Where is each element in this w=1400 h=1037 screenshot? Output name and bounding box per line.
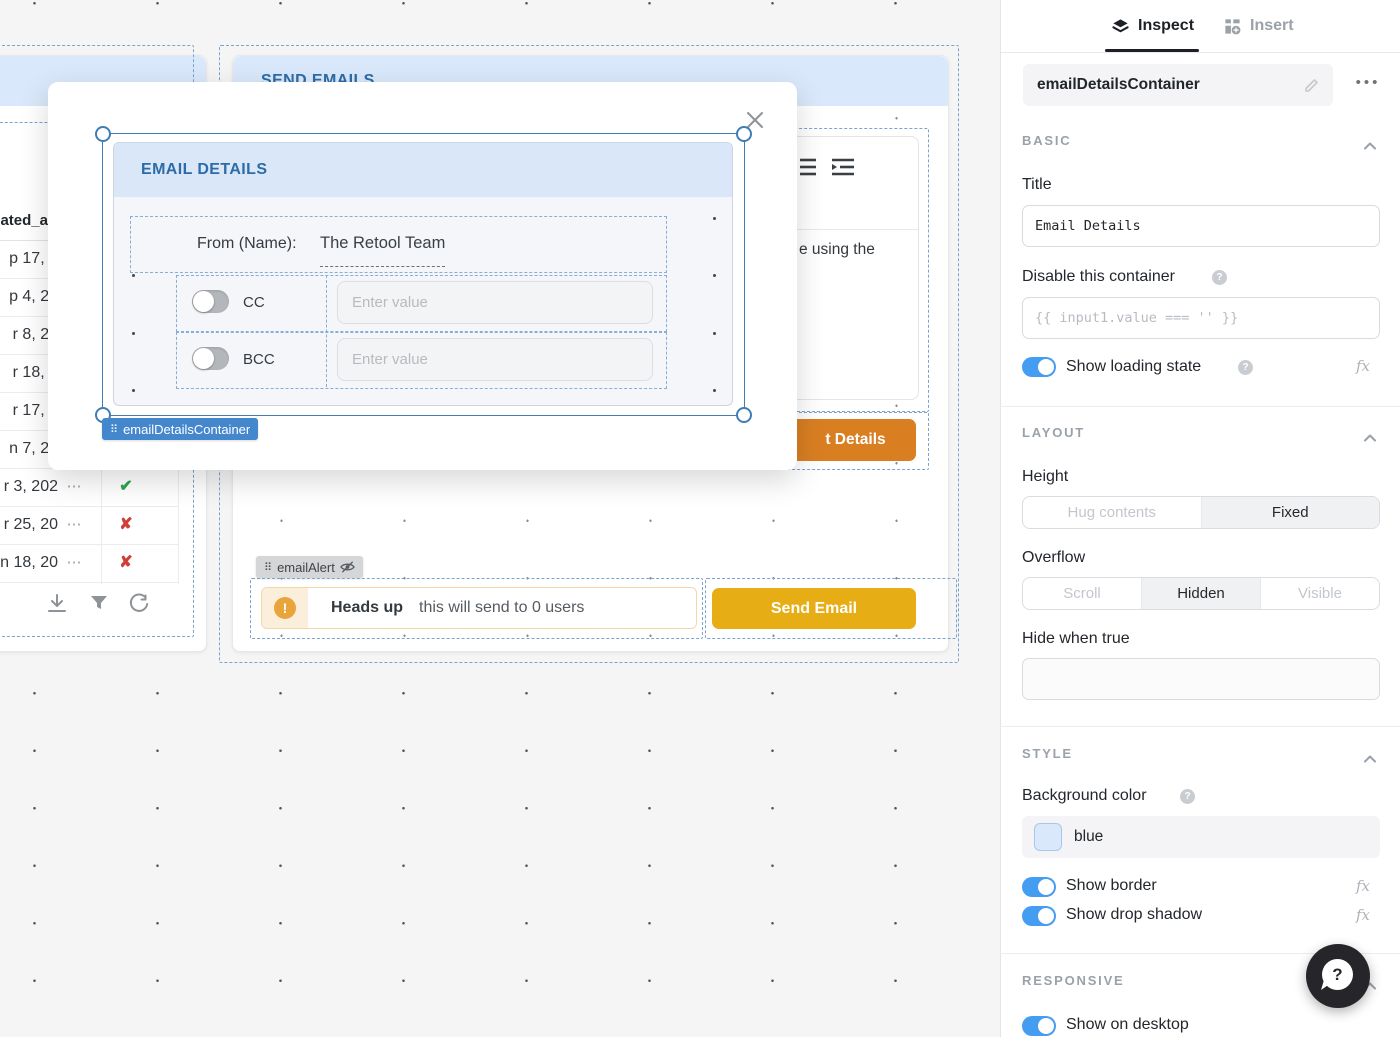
height-option-hug[interactable]: Hug contents bbox=[1023, 497, 1202, 528]
help-icon[interactable]: ? bbox=[1212, 270, 1227, 285]
height-label: Height bbox=[1022, 468, 1068, 486]
show-drop-shadow-label: Show drop shadow bbox=[1066, 906, 1202, 924]
background-color-label: Background color bbox=[1022, 787, 1147, 805]
show-border-toggle[interactable] bbox=[1022, 877, 1056, 897]
active-tab-underline bbox=[1105, 49, 1199, 52]
email-details-header: EMAIL DETAILS bbox=[114, 143, 732, 197]
title-label: Title bbox=[1022, 176, 1052, 194]
from-name-label: From (Name): bbox=[197, 216, 297, 271]
drag-handle-icon[interactable]: ⠿ bbox=[110, 423, 118, 436]
background-color-picker[interactable]: blue bbox=[1022, 816, 1380, 858]
section-divider bbox=[1000, 406, 1400, 407]
edit-pencil-icon[interactable] bbox=[1303, 76, 1321, 94]
show-drop-shadow-toggle[interactable] bbox=[1022, 906, 1056, 926]
email-details-container-badge[interactable]: ⠿ emailDetailsContainer bbox=[102, 418, 258, 440]
show-on-desktop-label: Show on desktop bbox=[1066, 1016, 1189, 1034]
app-canvas[interactable]: ated_a p 17, 2 ⋯ p 4, 20 ⋯ r 8, 20 ⋯ r 1… bbox=[0, 0, 1000, 1037]
resize-handle-top-right[interactable] bbox=[736, 126, 752, 142]
fx-button[interactable]: fx bbox=[1356, 906, 1370, 924]
resize-handle-bottom-right[interactable] bbox=[736, 407, 752, 423]
show-border-label: Show border bbox=[1066, 877, 1157, 895]
fx-button[interactable]: fx bbox=[1356, 877, 1370, 895]
row-split-line bbox=[326, 275, 327, 387]
tab-insert[interactable]: Insert bbox=[1223, 0, 1294, 52]
retool-editor: ated_a p 17, 2 ⋯ p 4, 20 ⋯ r 8, 20 ⋯ r 1… bbox=[0, 0, 1400, 1037]
overflow-option-hidden[interactable]: Hidden bbox=[1142, 578, 1261, 609]
section-style[interactable]: STYLE bbox=[1022, 746, 1073, 761]
show-loading-label: Show loading state bbox=[1066, 358, 1201, 376]
cc-input[interactable]: Enter value bbox=[337, 281, 653, 324]
help-icon[interactable]: ? bbox=[1180, 789, 1195, 804]
bcc-input[interactable]: Enter value bbox=[337, 338, 653, 381]
height-option-fixed[interactable]: Fixed bbox=[1202, 497, 1380, 528]
bcc-toggle[interactable] bbox=[192, 347, 229, 370]
resize-handle-top-left[interactable] bbox=[95, 126, 111, 142]
cc-toggle[interactable] bbox=[192, 290, 229, 313]
panel-tabs: Inspect Insert bbox=[1001, 0, 1400, 53]
from-name-value[interactable]: The Retool Team bbox=[320, 216, 445, 267]
component-name-field[interactable]: emailDetailsContainer bbox=[1023, 64, 1333, 106]
section-divider bbox=[1000, 726, 1400, 727]
tab-inspect[interactable]: Inspect bbox=[1111, 0, 1194, 52]
overflow-option-visible[interactable]: Visible bbox=[1261, 578, 1379, 609]
bcc-label: BCC bbox=[243, 332, 275, 387]
fx-button[interactable]: fx bbox=[1356, 357, 1370, 375]
email-details-modal: EMAIL DETAILS From (Name): The Retool Te… bbox=[48, 82, 797, 470]
help-button[interactable]: ? bbox=[1306, 944, 1370, 1008]
show-loading-toggle[interactable] bbox=[1022, 357, 1056, 377]
hide-when-true-input[interactable] bbox=[1022, 658, 1380, 700]
height-segmented-control: Hug contents Fixed bbox=[1022, 496, 1380, 529]
overflow-menu-icon[interactable]: ••• bbox=[1350, 74, 1386, 91]
overflow-label: Overflow bbox=[1022, 549, 1085, 567]
section-responsive[interactable]: RESPONSIVE bbox=[1022, 973, 1125, 988]
send-button-selection bbox=[705, 578, 957, 639]
email-details-title: EMAIL DETAILS bbox=[141, 161, 267, 178]
disable-container-label: Disable this container bbox=[1022, 268, 1175, 286]
color-swatch[interactable] bbox=[1034, 823, 1062, 851]
overflow-option-scroll[interactable]: Scroll bbox=[1023, 578, 1142, 609]
chevron-up-icon[interactable] bbox=[1364, 137, 1376, 145]
insert-component-icon bbox=[1223, 17, 1242, 36]
chevron-up-icon[interactable] bbox=[1364, 750, 1376, 758]
disable-container-input[interactable]: {{ input1.value === '' }} bbox=[1022, 297, 1380, 339]
title-input[interactable]: Email Details bbox=[1022, 205, 1380, 247]
section-basic[interactable]: BASIC bbox=[1022, 133, 1071, 148]
cc-label: CC bbox=[243, 275, 265, 330]
section-layout[interactable]: LAYOUT bbox=[1022, 425, 1085, 440]
help-icon[interactable]: ? bbox=[1238, 360, 1253, 375]
show-on-desktop-toggle[interactable] bbox=[1022, 1016, 1056, 1036]
chevron-up-icon[interactable] bbox=[1364, 429, 1376, 437]
overflow-segmented-control: Scroll Hidden Visible bbox=[1022, 577, 1380, 610]
help-bubble-icon: ? bbox=[1322, 959, 1353, 990]
alert-selection bbox=[250, 578, 703, 639]
layers-icon bbox=[1111, 17, 1130, 36]
hide-when-true-label: Hide when true bbox=[1022, 630, 1130, 648]
